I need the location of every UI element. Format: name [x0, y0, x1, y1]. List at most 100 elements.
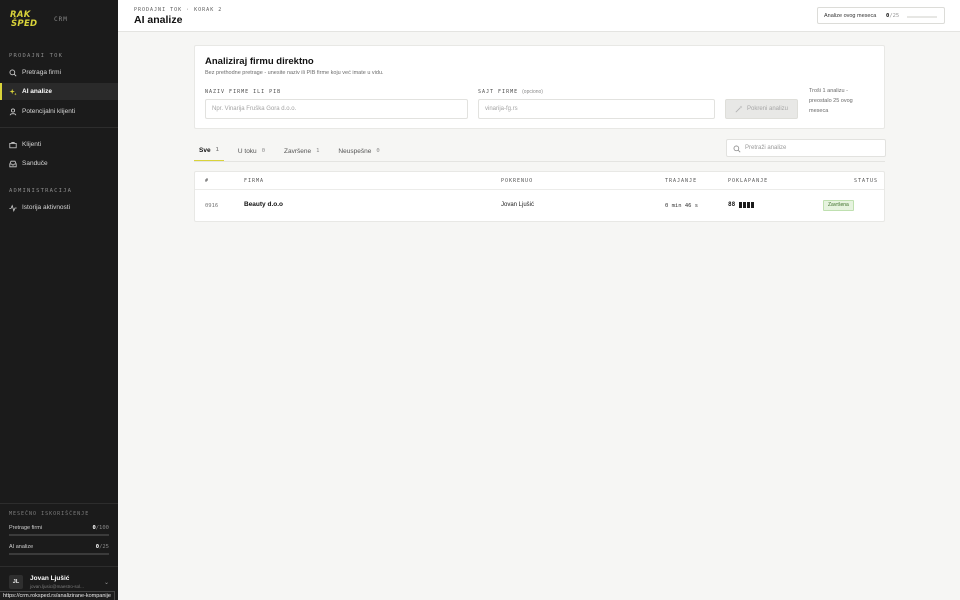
- sidebar-item-pretraga-firmi[interactable]: Pretraga firmi: [0, 64, 118, 81]
- sidebar-item-istorija-aktivnosti[interactable]: Istorija aktivnosti: [0, 199, 118, 216]
- tab-label: Sve: [199, 146, 211, 154]
- status-badge: Završena: [823, 200, 854, 211]
- search-input[interactable]: Pretraži analize: [726, 139, 886, 157]
- user-menu[interactable]: JL Jovan Ljušić jovan.ljusic@maestro-sol…: [9, 575, 109, 591]
- tab-neuspesne[interactable]: Neuspešne 0: [333, 140, 384, 162]
- tab-count: 0: [261, 148, 265, 154]
- match-pip: [739, 201, 743, 208]
- usage-value: 0/25: [96, 544, 109, 550]
- sidebar-item-label: AI analize: [22, 88, 52, 95]
- sidebar-item-label: Istorija aktivnosti: [22, 204, 71, 211]
- credit-note: Troši 1 analizu - preostalo 25 ovog mese…: [809, 88, 853, 114]
- column-header-pokrenuo[interactable]: POKRENUO: [501, 178, 533, 184]
- tab-zavrsene[interactable]: Završene 1: [279, 140, 324, 162]
- row-firm[interactable]: Beauty d.o.o: [244, 201, 283, 208]
- logo-line-2: ŠPED: [11, 18, 38, 29]
- user-icon: [9, 108, 17, 116]
- column-header-poklapanje[interactable]: POKLAPANJE: [728, 178, 768, 184]
- tab-label: Neuspešne: [338, 147, 372, 155]
- sidebar-item-potencijalni-klijenti[interactable]: Potencijalni klijenti: [0, 103, 118, 120]
- match-pip: [751, 201, 755, 208]
- card-title: Analiziraj firmu direktno: [205, 56, 314, 67]
- sidebar-item-klijenti[interactable]: Klijenti: [0, 136, 118, 153]
- column-header-id: #: [205, 178, 210, 184]
- section-label-admin: ADMINISTRACIJA: [9, 188, 73, 194]
- usage-title: MESEČNO ISKORIŠĆENJE: [9, 511, 90, 517]
- activity-icon: [9, 203, 17, 212]
- search-icon: [733, 145, 741, 153]
- tab-count: 1: [316, 148, 320, 154]
- usage-limit: /25: [99, 544, 109, 550]
- analyze-company-card: Analiziraj firmu direktno Bez prethodne …: [194, 45, 885, 129]
- chevron-down-icon[interactable]: ⌄: [104, 579, 109, 586]
- sidebar-divider: [0, 566, 118, 567]
- company-name-input[interactable]: Npr. Vinarija Fruška Gora d.o.o.: [205, 99, 468, 119]
- sidebar-item-label: Klijenti: [22, 141, 42, 148]
- sidebar-divider: [0, 503, 118, 504]
- column-header-firma[interactable]: FIRMA: [244, 178, 264, 184]
- briefcase-icon: [9, 141, 17, 149]
- monthly-quota: Analize ovog meseca 0/25: [817, 7, 945, 24]
- status-tabs: Sve 1 U toku 0 Završene 1 Neuspešne 0: [194, 140, 394, 162]
- row-match: 88: [728, 201, 755, 208]
- tab-sve[interactable]: Sve 1: [194, 140, 224, 162]
- wand-icon: [735, 105, 743, 113]
- column-header-trajanje[interactable]: TRAJANJE: [665, 178, 697, 184]
- column-header-status[interactable]: STATUS: [854, 178, 878, 184]
- match-score: 88: [728, 201, 736, 208]
- sidebar-item-sanduce[interactable]: Sanduče: [0, 155, 118, 172]
- tab-u-toku[interactable]: U toku 0: [233, 140, 270, 162]
- sidebar-divider: [0, 127, 118, 128]
- card-subtitle: Bez prethodne pretrage - unesite naziv i…: [205, 70, 384, 76]
- usage-limit: /100: [95, 525, 109, 531]
- sidebar: RAK ŠPED CRM PRODAJNI TOK Pretraga firmi…: [0, 0, 118, 600]
- sidebar-item-label: Potencijalni klijenti: [22, 108, 76, 115]
- usage-bar: [9, 553, 109, 555]
- company-site-label: SAJT FIRME (opciono): [478, 89, 543, 95]
- user-email: jovan.ljusic@maestro-sol...: [30, 584, 84, 589]
- section-label-sales: PRODAJNI TOK: [9, 53, 64, 59]
- usage-value: 0/100: [92, 525, 109, 531]
- match-pip: [747, 201, 751, 208]
- app-tag: CRM: [54, 16, 68, 23]
- start-analysis-label: Pokreni analizu: [746, 106, 789, 112]
- quota-value: 0/25: [886, 13, 899, 19]
- usage-label: Pretrage firmi: [9, 525, 43, 531]
- tab-label: Završene: [284, 147, 312, 155]
- usage-label: AI analize: [9, 544, 34, 550]
- site-optional-note: (opciono): [522, 89, 543, 95]
- company-site-input[interactable]: vinarija-fg.rs: [478, 99, 715, 119]
- user-name: Jovan Ljušić: [30, 575, 70, 582]
- company-name-label: NAZIV FIRME ILI PIB: [205, 89, 282, 95]
- usage-pretrage-firmi: Pretrage firmi 0/100: [9, 525, 109, 536]
- row-id: 0916: [205, 203, 219, 209]
- usage-bar: [9, 534, 109, 536]
- tabs-divider: [194, 161, 885, 162]
- quota-label: Analize ovog meseca: [824, 13, 877, 19]
- table-row[interactable]: 0916 Beauty d.o.o Jovan Ljušić 0 min 46 …: [195, 191, 884, 222]
- tab-label: U toku: [237, 147, 257, 155]
- search-icon: [9, 69, 17, 77]
- sidebar-item-label: Sanduče: [22, 160, 48, 167]
- usage-ai-analize: AI analize 0/25: [9, 544, 109, 555]
- row-duration: 0 min 46 s: [665, 203, 699, 209]
- avatar: JL: [9, 575, 23, 589]
- match-pip: [743, 201, 747, 208]
- table-header: # FIRMA POKRENUO TRAJANJE POKLAPANJE STA…: [195, 172, 884, 190]
- browser-status-url: https://crm.roksped.rs/analizirane-kompa…: [0, 591, 115, 600]
- row-started-by: Jovan Ljušić: [501, 202, 535, 208]
- sparkle-icon: [9, 88, 17, 96]
- site-label-text: SAJT FIRME: [478, 89, 519, 95]
- analyses-table: # FIRMA POKRENUO TRAJANJE POKLAPANJE STA…: [194, 171, 885, 222]
- sidebar-item-label: Pretraga firmi: [22, 69, 62, 76]
- tab-count: 0: [376, 148, 380, 154]
- brand-logo[interactable]: RAK ŠPED: [10, 11, 40, 29]
- start-analysis-button[interactable]: Pokreni analizu: [725, 99, 798, 119]
- breadcrumb: PRODAJNI TOK · KORAK 2: [134, 7, 223, 13]
- page-title: AI analize: [134, 14, 183, 26]
- page-header: PRODAJNI TOK · KORAK 2 AI analize Analiz…: [118, 0, 960, 32]
- quota-limit: /25: [889, 13, 900, 19]
- sidebar-item-ai-analize[interactable]: AI analize: [0, 83, 118, 100]
- search-placeholder: Pretraži analize: [745, 145, 787, 151]
- tab-count: 1: [215, 147, 219, 153]
